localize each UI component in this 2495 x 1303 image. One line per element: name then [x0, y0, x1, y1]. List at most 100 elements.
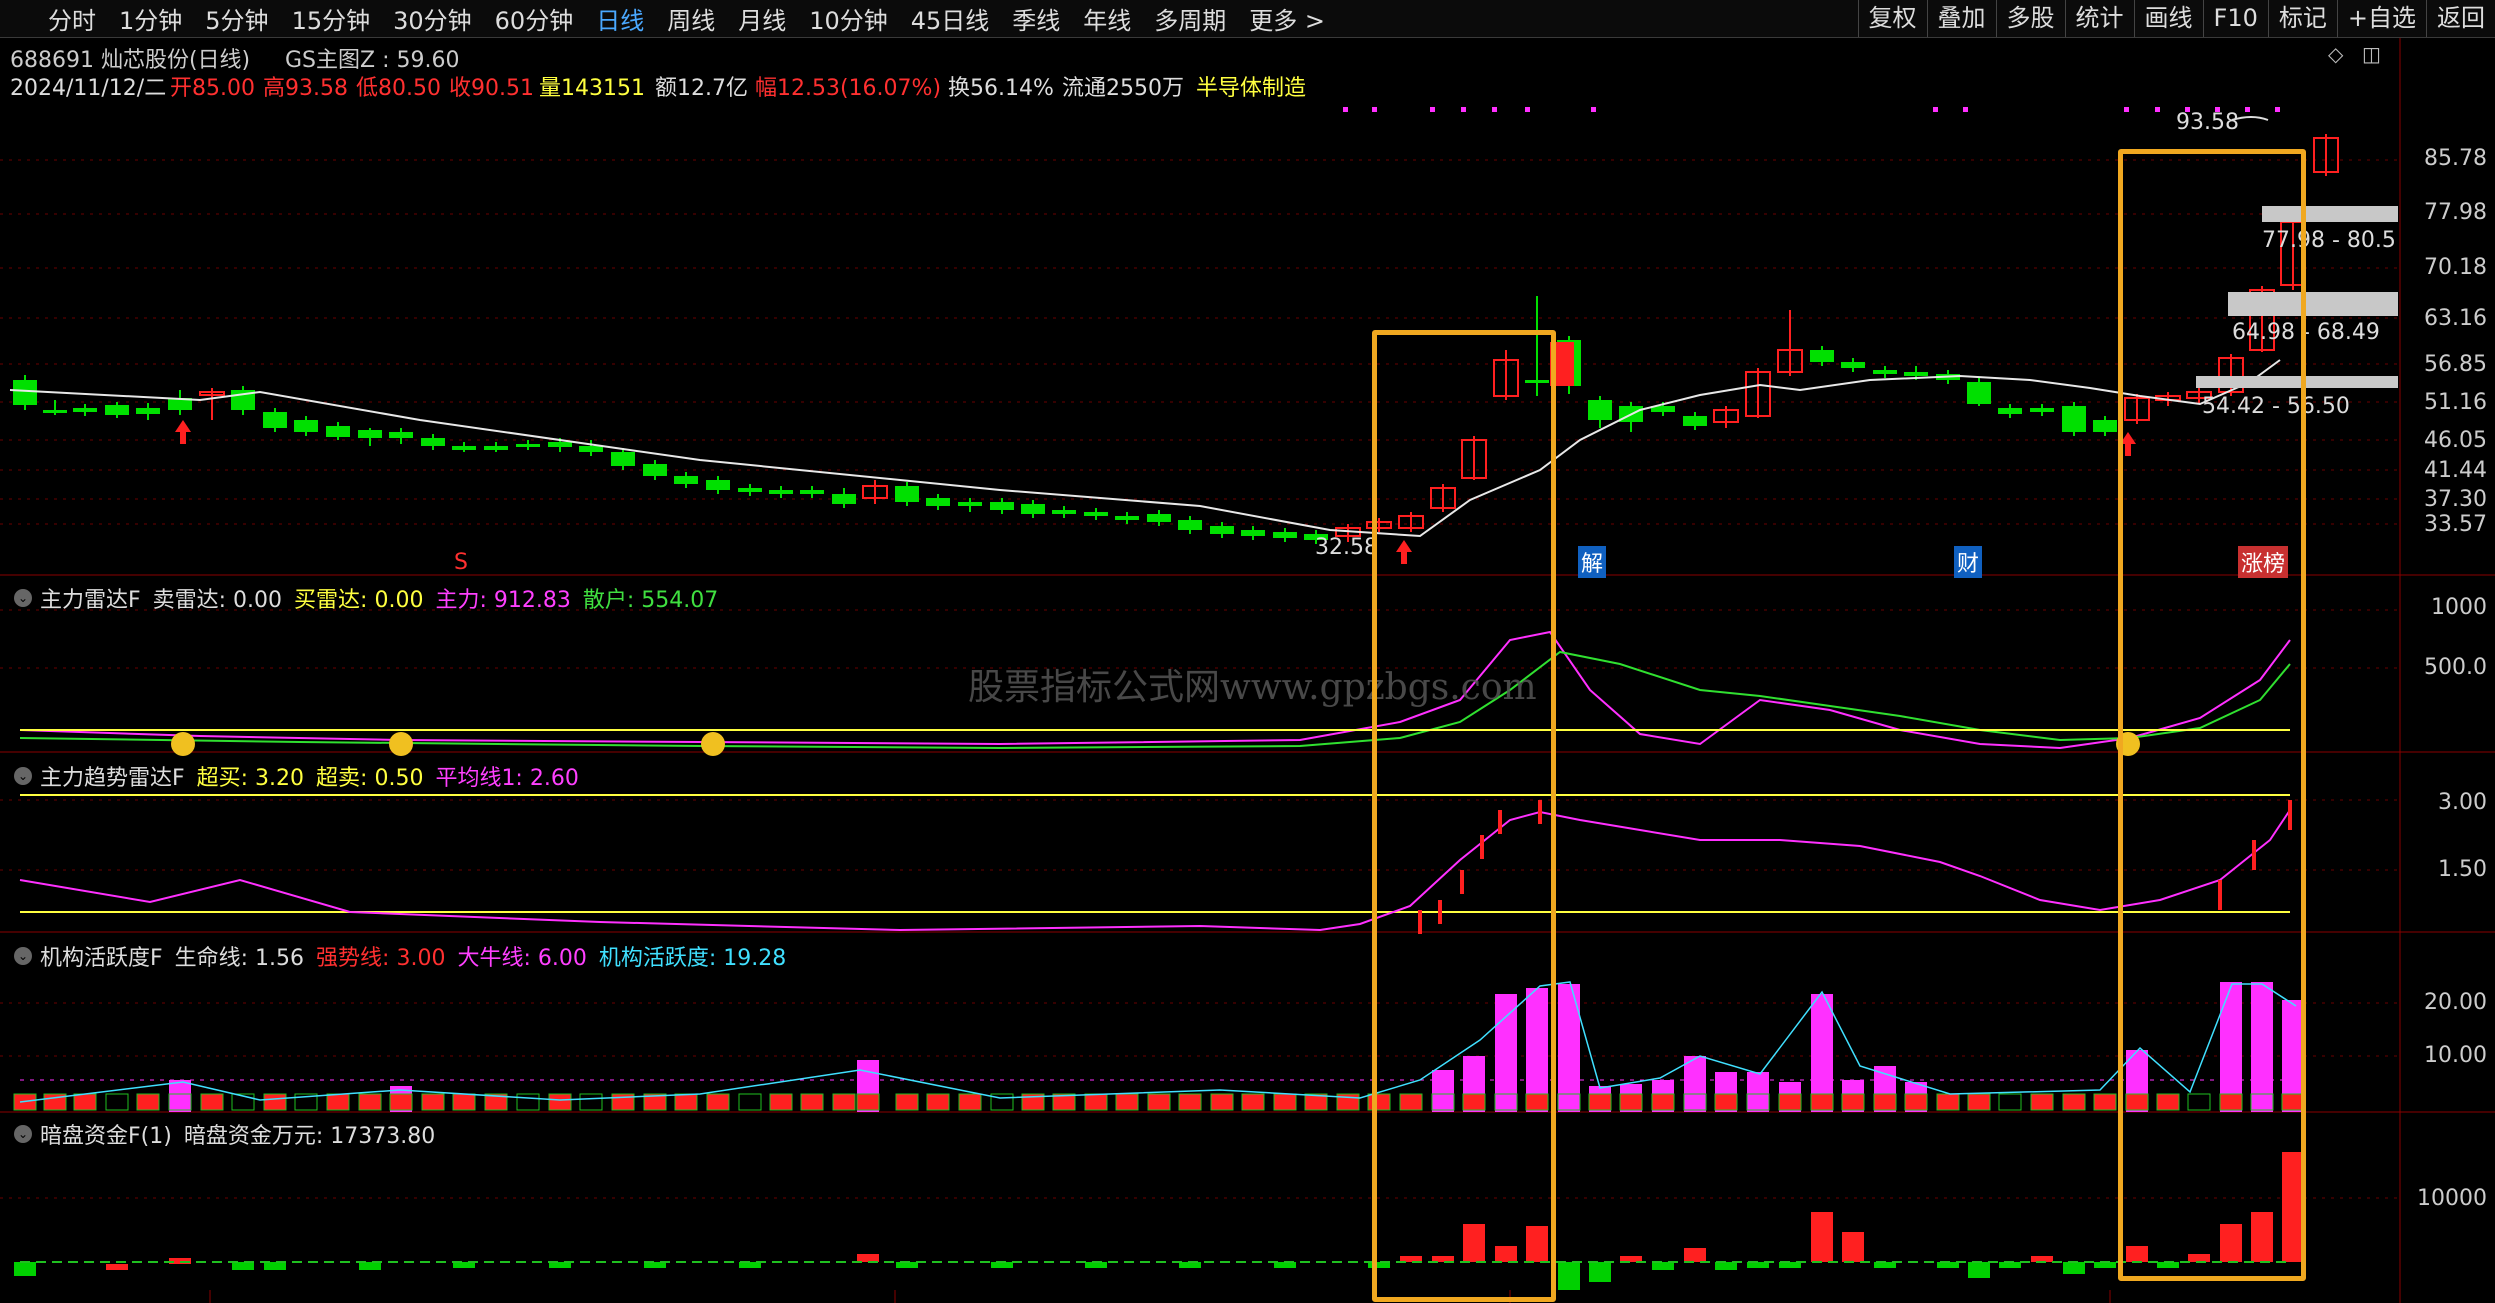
signal-dot	[1430, 107, 1435, 112]
activity-base	[421, 1093, 445, 1111]
candle-body	[1810, 350, 1834, 362]
price-tick-6: 46.05	[2424, 428, 2487, 453]
jie-marker[interactable]: 解	[1578, 546, 1607, 578]
chevron-down-icon[interactable]: ⌄	[14, 767, 32, 785]
highlight-box-2	[2118, 149, 2306, 1281]
panel4-header: ⌄ 暗盘资金F(1) 暗盘资金万元: 17373.80	[14, 1118, 447, 1150]
activity-base	[548, 1093, 572, 1111]
activity-base	[706, 1093, 730, 1111]
price-tick-9: 33.57	[2424, 512, 2487, 537]
smiley-icon	[701, 732, 725, 756]
candle-body	[1021, 504, 1045, 514]
price-tick-4: 56.85	[2424, 352, 2487, 377]
activity-bar	[1684, 1056, 1706, 1112]
signal-dot	[2155, 107, 2160, 112]
activity-base	[1084, 1093, 1108, 1111]
panel2-tick-1: 3.00	[2438, 790, 2487, 815]
candle-body	[738, 488, 762, 492]
candle-body	[1241, 530, 1265, 536]
candle-body	[43, 410, 67, 413]
activity-base	[926, 1093, 950, 1111]
activity-base	[1936, 1093, 1960, 1111]
dark-fund-bar	[1589, 1262, 1611, 1282]
activity-base	[389, 1093, 413, 1111]
candle-body	[1147, 514, 1171, 522]
candle-body	[706, 480, 730, 490]
candle-body	[895, 486, 919, 502]
candle-body	[73, 408, 97, 412]
signal-dot	[1343, 107, 1348, 112]
candle-body	[13, 380, 37, 405]
panel3-tick-1: 20.00	[2424, 990, 2487, 1015]
activity-base	[1115, 1093, 1139, 1111]
panel3-strong-line: 强势线: 3.00	[316, 946, 446, 971]
price-tick-7: 41.44	[2424, 458, 2487, 483]
s-marker: S	[454, 550, 468, 575]
signal-dot	[1492, 107, 1497, 112]
candle-body	[136, 408, 160, 414]
activity-base	[2030, 1093, 2054, 1111]
candle-body	[548, 442, 572, 447]
activity-bar	[1747, 1072, 1769, 1112]
activity-base	[1810, 1093, 1834, 1111]
price-tick-1: 77.98	[2424, 200, 2487, 225]
activity-base	[832, 1093, 856, 1111]
candle-body	[769, 490, 793, 494]
activity-base	[1588, 1093, 1612, 1111]
dark-fund-bar	[1652, 1262, 1674, 1270]
candle-body	[326, 426, 350, 437]
signal-dot	[1461, 107, 1466, 112]
dark-fund-bar	[1968, 1262, 1990, 1278]
price-tick-0: 85.78	[2424, 146, 2487, 171]
candle-body	[1052, 510, 1076, 514]
buy-arrow	[175, 420, 191, 444]
candle-body	[579, 446, 603, 452]
activity-base	[800, 1093, 824, 1111]
candle-body	[389, 432, 413, 438]
candle-body	[294, 420, 318, 432]
dark-fund-bar	[106, 1264, 128, 1270]
activity-base	[1714, 1093, 1738, 1111]
activity-base	[1273, 1093, 1297, 1111]
candle-body	[452, 446, 476, 450]
chevron-down-icon[interactable]: ⌄	[14, 1125, 32, 1143]
chevron-down-icon[interactable]: ⌄	[14, 947, 32, 965]
activity-base	[1147, 1093, 1171, 1111]
dark-fund-bar	[857, 1254, 879, 1262]
panel3-lifeline: 生命线: 1.56	[174, 946, 305, 971]
signal-dot	[1372, 107, 1377, 112]
chevron-down-icon[interactable]: ⌄	[14, 589, 32, 607]
activity-base	[73, 1093, 97, 1111]
candle-body	[1683, 416, 1707, 426]
signal-dot	[2245, 107, 2250, 112]
dark-fund-bar	[232, 1262, 254, 1270]
panel1-retail: 散户: 554.07	[582, 588, 719, 613]
candle-body	[421, 438, 445, 446]
activity-base	[579, 1093, 603, 1111]
panel4-title: 暗盘资金F(1)	[40, 1124, 172, 1149]
candle-body	[1873, 370, 1897, 374]
candle-body	[990, 502, 1014, 510]
panel1-header: ⌄ 主力雷达F 卖雷达: 0.00 买雷达: 0.00 主力: 912.83 散…	[14, 582, 730, 614]
panel2-title: 主力趋势雷达F	[40, 766, 185, 791]
dark-fund-bar	[359, 1262, 381, 1270]
price-tick-2: 70.18	[2424, 255, 2487, 280]
low-price-label: 32.58	[1315, 535, 1378, 560]
cai-marker[interactable]: 财	[1954, 546, 1983, 578]
dark-fund-bar	[1558, 1262, 1580, 1290]
activity-base	[200, 1093, 224, 1111]
high-price-label: 93.58	[2176, 110, 2239, 135]
panel4-dark-fund: 暗盘资金万元: 17373.80	[183, 1124, 436, 1149]
panel2-oversold: 超卖: 0.50	[316, 766, 424, 791]
candle-body	[358, 430, 382, 438]
candle-body	[800, 490, 824, 494]
candle-body	[958, 502, 982, 506]
signal-dot	[1525, 107, 1530, 112]
panel3-tick-2: 10.00	[2424, 1043, 2487, 1068]
highlight-box-1	[1372, 330, 1556, 1302]
activity-base	[769, 1093, 793, 1111]
dark-fund-bar	[1715, 1262, 1737, 1270]
activity-base	[1967, 1093, 1991, 1111]
candle-body	[643, 464, 667, 476]
activity-base	[326, 1093, 350, 1111]
